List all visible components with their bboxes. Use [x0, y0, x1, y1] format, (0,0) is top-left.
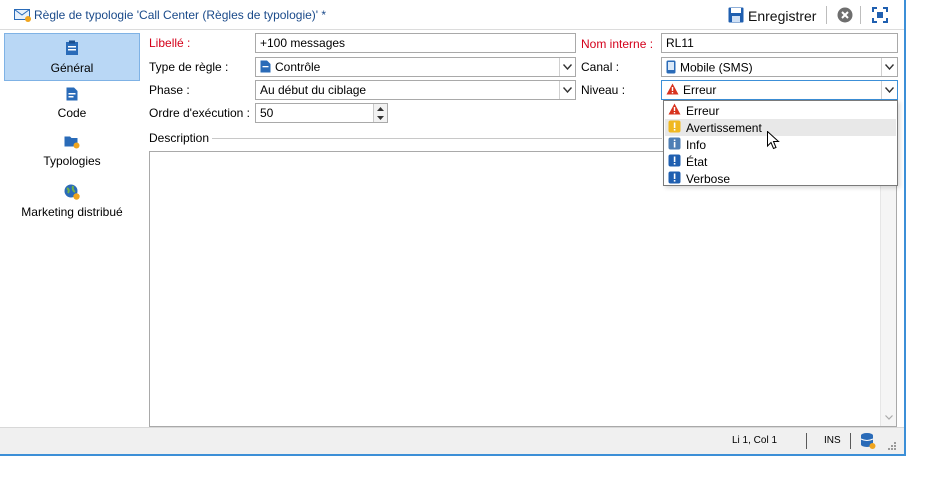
libelle-label: Libellé :	[149, 36, 191, 50]
nav-item-code[interactable]: Code	[4, 87, 140, 125]
status-bar: Li 1, Col 1 INS	[0, 427, 904, 454]
vertical-scrollbar[interactable]	[880, 152, 896, 426]
left-navigation: Général Code Typologies Marketing distri…	[0, 31, 143, 427]
nav-item-typologies[interactable]: Typologies	[4, 135, 140, 175]
description-textarea[interactable]	[149, 151, 897, 427]
ordre-execution-stepper[interactable]: 50	[255, 103, 388, 123]
status-divider	[806, 433, 807, 449]
clipboard-icon	[5, 40, 139, 59]
window-title: Règle de typologie 'Call Center (Règles …	[34, 8, 327, 22]
ordre-execution-value: 50	[260, 106, 274, 120]
fullscreen-icon[interactable]	[872, 7, 888, 23]
toolbar-divider	[860, 6, 861, 24]
niveau-dropdown-list: Erreur Avertissement Info État Verbose	[663, 100, 898, 186]
phase-select[interactable]: Au début du ciblage	[255, 80, 576, 100]
niveau-select[interactable]: Erreur	[661, 80, 898, 100]
type-regle-label: Type de règle :	[149, 60, 229, 74]
database-icon[interactable]	[860, 432, 876, 453]
scroll-down-icon[interactable]	[885, 415, 893, 420]
nav-item-label: Marketing distribué	[21, 205, 123, 219]
phase-value: Au début du ciblage	[260, 83, 367, 97]
typology-icon	[4, 135, 140, 152]
dropdown-option-verbose[interactable]: Verbose	[665, 170, 896, 187]
option-label: État	[686, 154, 708, 169]
ordre-execution-label: Ordre d'exécution :	[149, 106, 251, 120]
dropdown-option-erreur[interactable]: Erreur	[665, 102, 896, 119]
stepper-buttons	[373, 104, 387, 122]
rule-editor-window: Règle de typologie 'Call Center (Règles …	[0, 0, 906, 456]
nav-item-marketing-distribue[interactable]: Marketing distribué	[4, 184, 140, 224]
canal-label: Canal :	[581, 60, 620, 74]
nom-interne-input[interactable]: RL11	[661, 33, 898, 53]
nav-item-label: Général	[50, 61, 94, 75]
nav-item-label: Typologies	[43, 154, 101, 168]
stepper-up-icon[interactable]	[374, 104, 387, 113]
chevron-down-icon[interactable]	[559, 81, 575, 99]
save-label: Enregistrer	[748, 8, 817, 24]
option-label: Erreur	[686, 103, 720, 118]
dropdown-option-avertissement[interactable]: Avertissement	[665, 119, 896, 136]
option-label: Verbose	[686, 171, 731, 186]
title-bar: Règle de typologie 'Call Center (Règles …	[0, 0, 904, 30]
mobile-phone-icon	[666, 60, 676, 76]
dropdown-option-info[interactable]: Info	[665, 136, 896, 153]
niveau-label: Niveau :	[581, 83, 626, 97]
typology-rule-icon	[14, 8, 32, 25]
canal-value: Mobile (SMS)	[680, 60, 753, 75]
toolbar-divider	[826, 6, 827, 24]
status-divider	[850, 433, 851, 449]
resize-grip-icon[interactable]	[887, 440, 897, 454]
cursor-position: Li 1, Col 1	[732, 435, 778, 446]
save-disk-icon	[728, 7, 744, 26]
phase-label: Phase :	[149, 83, 190, 97]
info-icon	[668, 137, 681, 153]
canal-select[interactable]: Mobile (SMS)	[661, 57, 898, 77]
script-icon	[4, 87, 140, 104]
error-triangle-icon	[668, 103, 681, 118]
globe-icon	[4, 184, 140, 203]
option-label: Info	[686, 137, 707, 152]
error-triangle-icon	[666, 83, 679, 98]
warning-icon	[668, 120, 681, 136]
close-circle-icon[interactable]	[837, 7, 853, 23]
control-doc-icon	[260, 60, 271, 76]
verbose-icon	[668, 171, 681, 187]
chevron-down-icon[interactable]	[559, 58, 575, 76]
description-label: Description	[149, 131, 210, 145]
option-label: Avertissement	[686, 120, 762, 135]
insert-mode: INS	[824, 435, 841, 446]
nav-item-label: Code	[57, 106, 87, 120]
save-button[interactable]: Enregistrer	[728, 5, 816, 27]
libelle-input[interactable]: +100 messages	[255, 33, 576, 53]
stepper-down-icon[interactable]	[374, 113, 387, 122]
nav-item-general[interactable]: Général	[4, 33, 140, 81]
type-regle-select[interactable]: Contrôle	[255, 57, 576, 77]
mouse-cursor-icon	[767, 130, 780, 153]
chevron-down-icon[interactable]	[881, 58, 897, 76]
type-regle-value: Contrôle	[275, 60, 321, 75]
status-icon	[668, 154, 681, 170]
dropdown-option-etat[interactable]: État	[665, 153, 896, 170]
nom-interne-label: Nom interne :	[581, 37, 654, 51]
description-divider	[212, 138, 662, 139]
niveau-value: Erreur	[683, 83, 717, 97]
chevron-down-icon[interactable]	[881, 81, 897, 99]
